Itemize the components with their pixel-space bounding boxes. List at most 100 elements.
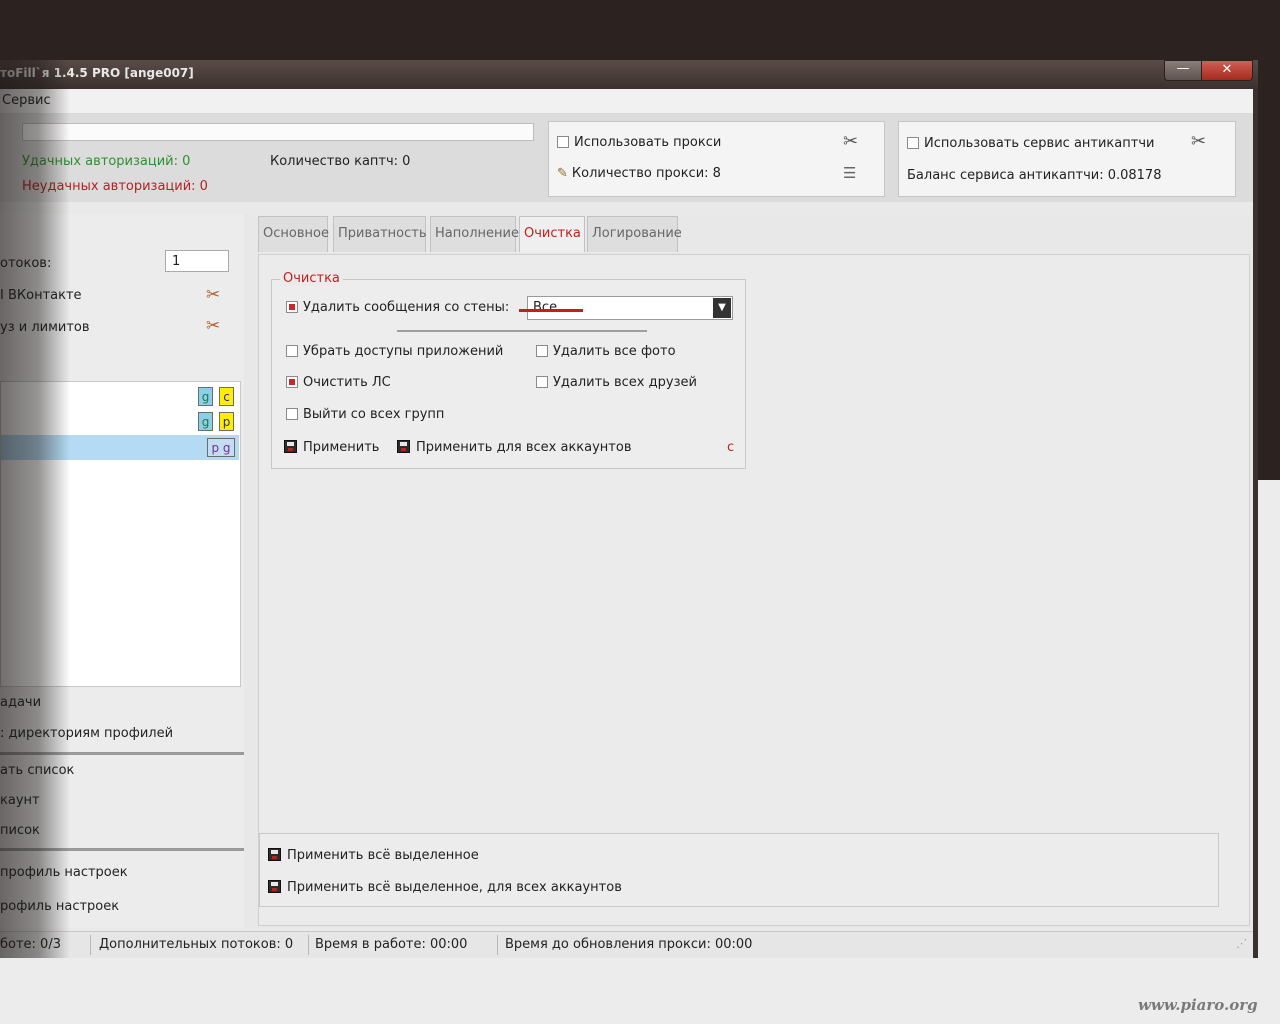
anticaptcha-tools-icon[interactable]: ✂ xyxy=(1191,131,1206,152)
minimize-button[interactable]: — xyxy=(1164,60,1202,81)
vk-settings-label: І ВКонтакте xyxy=(0,288,82,303)
clear-pm-checkbox[interactable]: Очистить ЛС xyxy=(286,375,391,390)
use-proxy-label: Использовать прокси xyxy=(574,135,722,150)
checkbox-icon xyxy=(286,345,298,357)
main-area: Основное Приватность Наполнение Очистка … xyxy=(244,214,1253,928)
delete-photos-label: Удалить все фото xyxy=(553,344,676,359)
close-button[interactable]: ✕ xyxy=(1201,60,1253,81)
delete-wall-checkbox[interactable]: Удалить сообщения со стены: xyxy=(286,300,509,315)
cleanup-group: Очистка Удалить сообщения со стены: Все … xyxy=(271,271,746,469)
tab-logging[interactable]: Логирование xyxy=(587,216,682,252)
captcha-count: Количество каптч: 0 xyxy=(270,154,411,169)
save-icon xyxy=(268,880,281,893)
menu-service[interactable]: Сервис xyxy=(2,93,51,108)
list-action[interactable]: ать список xyxy=(0,763,74,778)
delete-wall-select[interactable]: Все ▼ xyxy=(527,296,733,320)
list-item-selected[interactable]: p g xyxy=(1,435,239,460)
window-client: Сервис Удачных авторизаций: 0 Неудачных … xyxy=(0,89,1253,958)
window-title: тоFill`я 1.4.5 PRO [ange007] xyxy=(0,66,194,80)
threads-input[interactable]: 1 xyxy=(165,250,229,272)
tab-privacy[interactable]: Приватность xyxy=(333,216,427,252)
watermark: www.piaro.org xyxy=(1138,996,1258,1014)
checkbox-icon xyxy=(557,136,569,148)
delete-friends-checkbox[interactable]: Удалить всех друзей xyxy=(536,375,697,390)
apply-selected-all-button[interactable]: Применить всё выделенное, для всех аккау… xyxy=(268,880,622,895)
profile-dirs-label[interactable]: : директориям профилей xyxy=(0,726,173,741)
apply-selected-button[interactable]: Применить всё выделенное xyxy=(268,848,479,863)
limits-tools-icon[interactable]: ✂ xyxy=(206,316,220,336)
tab-cleanup[interactable]: Очистка xyxy=(519,216,585,252)
account-tag: c xyxy=(219,387,234,406)
save-icon xyxy=(284,440,297,453)
threads-label: отоков: xyxy=(0,256,52,271)
status-extra-threads: Дополнительных потоков: 0 xyxy=(99,937,294,952)
sidebar: отоков: 1 І ВКонтакте ✂ уз и лимитов ✂ g… xyxy=(0,214,245,928)
account-action[interactable]: каунт xyxy=(0,793,40,808)
fail-auth-count: Неудачных авторизаций: 0 xyxy=(22,179,208,194)
leave-groups-checkbox[interactable]: Выйти со всех групп xyxy=(286,407,444,422)
checkbox-icon xyxy=(536,376,548,388)
delete-photos-checkbox[interactable]: Удалить все фото xyxy=(536,344,676,359)
active-tab-indicator xyxy=(519,309,583,312)
account-tag: g xyxy=(198,412,213,431)
success-auth-count: Удачных авторизаций: 0 xyxy=(22,154,191,169)
anticaptcha-balance: Баланс сервиса антикаптчи: 0.08178 xyxy=(907,168,1162,183)
cleanup-panel: Очистка Удалить сообщения со стены: Все … xyxy=(258,254,1250,926)
vk-tools-icon[interactable]: ✂ xyxy=(206,285,220,305)
menu-bar: Сервис xyxy=(0,89,1253,114)
proxy-count-row: ✎ Количество прокси: 8 xyxy=(557,166,721,181)
title-bar[interactable]: тоFill`я 1.4.5 PRO [ange007] — ✕ xyxy=(0,60,1258,88)
status-separator xyxy=(497,935,498,955)
save-icon xyxy=(397,440,410,453)
checkbox-icon xyxy=(536,345,548,357)
proxy-count-label: Количество прокси: 8 xyxy=(571,166,721,181)
list2-action[interactable]: писок xyxy=(0,823,40,838)
checkbox-icon xyxy=(286,301,298,313)
remove-app-access-label: Убрать доступы приложений xyxy=(303,344,504,359)
checkbox-icon xyxy=(286,408,298,420)
select-value: Все xyxy=(533,300,558,315)
save-icon xyxy=(268,848,281,861)
edit-icon: ✎ xyxy=(557,166,568,181)
chevron-down-icon[interactable]: ▼ xyxy=(713,298,731,318)
account-tag: p g xyxy=(207,438,235,457)
apply-button[interactable]: Применить xyxy=(284,440,379,455)
apply-all-accounts-button[interactable]: Применить для всех аккаунтов xyxy=(397,440,632,455)
proxy-tools-icon[interactable]: ✂ xyxy=(843,131,858,152)
status-proxy-update: Время до обновления прокси: 00:00 xyxy=(505,937,753,952)
task-label[interactable]: адачи xyxy=(0,695,41,710)
tab-main[interactable]: Основное xyxy=(258,216,329,252)
resize-grip-icon[interactable]: ⋰ xyxy=(1236,937,1247,950)
tab-content[interactable]: Наполнение xyxy=(430,216,519,252)
use-proxy-checkbox[interactable]: Использовать прокси xyxy=(557,135,721,150)
profile-save-action[interactable]: рофиль настроек xyxy=(0,899,119,914)
status-in-work: боте: 0/3 xyxy=(0,937,61,952)
status-work-time: Время в работе: 00:00 xyxy=(315,937,468,952)
status-separator xyxy=(90,935,91,955)
account-tag: g xyxy=(198,387,213,406)
anticaptcha-box: Использовать сервис антикаптчи ✂ Баланс … xyxy=(898,121,1236,197)
profile-load-action[interactable]: профиль настроек xyxy=(0,865,128,880)
limits-label: уз и лимитов xyxy=(0,320,90,335)
apply-selected-label: Применить всё выделенное xyxy=(287,848,479,863)
divider xyxy=(0,848,244,851)
checkbox-icon xyxy=(286,376,298,388)
desktop-background xyxy=(0,0,1280,60)
use-anticaptcha-checkbox[interactable]: Использовать сервис антикаптчи xyxy=(907,136,1154,151)
divider xyxy=(0,752,244,755)
proxy-list-icon[interactable]: ☰ xyxy=(843,164,856,182)
bottom-actions: Применить всё выделенное Применить всё в… xyxy=(259,833,1219,907)
apply-all-label: Применить для всех аккаунтов xyxy=(416,440,632,455)
accounts-list[interactable]: g c g p p g xyxy=(0,381,241,687)
leave-groups-label: Выйти со всех групп xyxy=(303,407,445,422)
divider xyxy=(397,330,647,332)
list-item[interactable]: g p xyxy=(1,409,239,434)
delete-friends-label: Удалить всех друзей xyxy=(553,375,697,390)
list-item[interactable]: g c xyxy=(1,384,239,409)
delete-wall-label: Удалить сообщения со стены: xyxy=(303,300,510,315)
remove-app-access-checkbox[interactable]: Убрать доступы приложений xyxy=(286,344,503,359)
status-header: Удачных авторизаций: 0 Неудачных авториз… xyxy=(0,114,1253,202)
checkbox-icon xyxy=(907,137,919,149)
status-separator xyxy=(308,935,309,955)
app-window: тоFill`я 1.4.5 PRO [ange007] — ✕ Сервис … xyxy=(0,60,1258,958)
